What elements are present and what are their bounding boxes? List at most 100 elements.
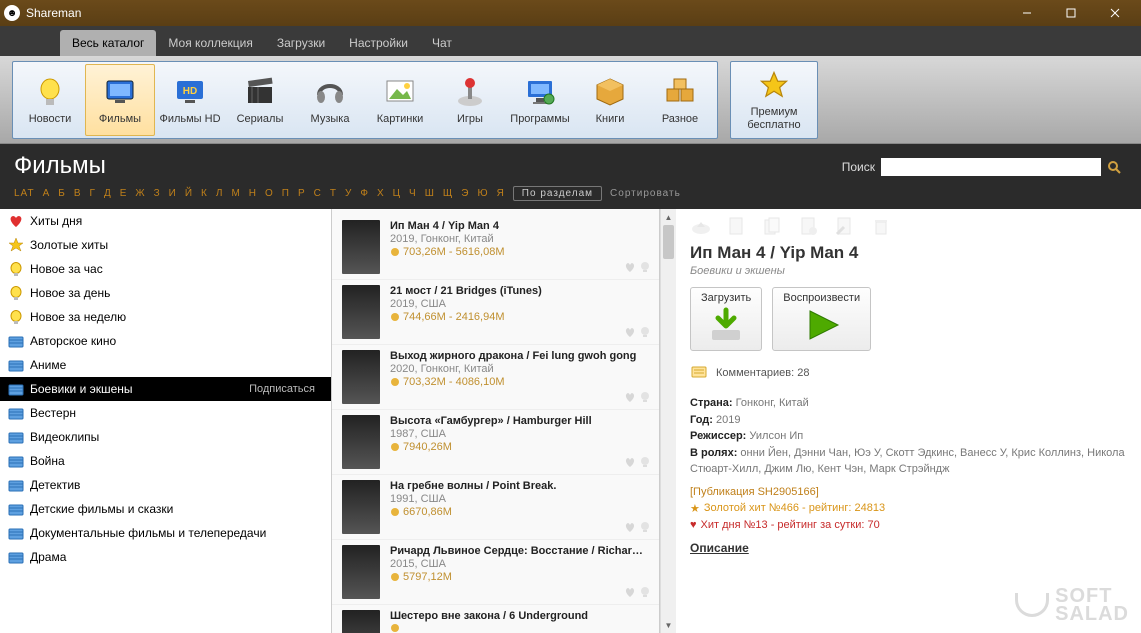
heart-icon[interactable] [624, 521, 636, 533]
film-row[interactable]: Высота «Гамбургер» / Hamburger Hill 1987… [332, 410, 659, 475]
alpha-letter[interactable]: Д [104, 188, 112, 199]
main-tab-3[interactable]: Настройки [337, 30, 420, 56]
play-button[interactable]: Воспроизвести [772, 287, 871, 351]
toolbar-btn-tv[interactable]: Фильмы [85, 64, 155, 136]
scroll-up-icon[interactable]: ▲ [661, 209, 676, 225]
alpha-letter[interactable]: Ш [425, 188, 435, 199]
alpha-letter[interactable]: Ю [477, 188, 488, 199]
bulb-icon[interactable] [639, 456, 651, 468]
alpha-letter[interactable]: И [169, 188, 177, 199]
film-row[interactable]: Выход жирного дракона / Fei lung gwoh go… [332, 345, 659, 410]
scroll-thumb[interactable] [663, 225, 674, 259]
alpha-letter[interactable]: Л [216, 188, 224, 199]
sidebar-item[interactable]: Новое за час [0, 257, 331, 281]
alpha-letter[interactable]: О [265, 188, 274, 199]
main-tab-0[interactable]: Весь каталог [60, 30, 156, 56]
main-tab-2[interactable]: Загрузки [265, 30, 337, 56]
toolbar-btn-joystick[interactable]: Игры [435, 64, 505, 136]
alpha-letter[interactable]: Ф [360, 188, 369, 199]
sidebar-item[interactable]: Драма [0, 545, 331, 569]
film-row[interactable]: Ип Ман 4 / Yip Man 4 2019, Гонконг, Кита… [332, 215, 659, 280]
alpha-letter[interactable]: П [282, 188, 290, 199]
premium-button[interactable]: Премиум бесплатно [733, 64, 815, 136]
sidebar-item[interactable]: Аниме [0, 353, 331, 377]
alpha-letter[interactable]: Я [497, 188, 505, 199]
sidebar-item[interactable]: Война [0, 449, 331, 473]
bulb-icon[interactable] [639, 326, 651, 338]
alpha-letter[interactable]: Й [185, 188, 193, 199]
main-tab-1[interactable]: Моя коллекция [156, 30, 264, 56]
alpha-letter[interactable]: Ц [393, 188, 401, 199]
heart-icon[interactable] [624, 586, 636, 598]
alpha-letter[interactable]: Н [249, 188, 257, 199]
cloud-up-icon[interactable] [690, 215, 712, 237]
heart-icon[interactable] [624, 391, 636, 403]
film-row[interactable]: Ричард Львиное Сердце: Восстание / Richa… [332, 540, 659, 605]
alpha-letter[interactable]: С [314, 188, 322, 199]
film-list-scrollbar[interactable]: ▲ ▼ [660, 209, 676, 633]
alpha-letter[interactable]: В [74, 188, 82, 199]
alpha-letter[interactable]: Ж [135, 188, 145, 199]
film-row[interactable]: Шестеро вне закона / 6 Underground [332, 605, 659, 633]
heart-icon[interactable] [624, 326, 636, 338]
toolbar-btn-monitor[interactable]: Программы [505, 64, 575, 136]
alpha-letter[interactable]: Э [461, 188, 469, 199]
alpha-letter[interactable]: Х [377, 188, 385, 199]
film-row[interactable]: На гребне волны / Point Break. 1991, США… [332, 475, 659, 540]
sidebar-item[interactable]: Документальные фильмы и телепередачи [0, 521, 331, 545]
toolbar-btn-clapper[interactable]: Сериалы [225, 64, 295, 136]
by-sections-button[interactable]: По разделам [513, 186, 602, 201]
sidebar-item[interactable]: Детские фильмы и сказки [0, 497, 331, 521]
bulb-icon[interactable] [639, 261, 651, 273]
subscribe-link[interactable]: Подписаться [249, 383, 323, 395]
sidebar-item[interactable]: Новое за неделю [0, 305, 331, 329]
sidebar-item[interactable]: Вестерн [0, 401, 331, 425]
bulb-icon[interactable] [639, 391, 651, 403]
toolbar-btn-picture[interactable]: Картинки [365, 64, 435, 136]
scroll-down-icon[interactable]: ▼ [661, 617, 676, 633]
sidebar-item[interactable]: Детектив [0, 473, 331, 497]
alpha-letter[interactable]: Е [120, 188, 128, 199]
bulb-icon[interactable] [639, 521, 651, 533]
alpha-letter[interactable]: Т [330, 188, 337, 199]
toolbar-btn-hd[interactable]: HDФильмы HD [155, 64, 225, 136]
alpha-letter[interactable]: К [201, 188, 208, 199]
sidebar-item[interactable]: Золотые хиты [0, 233, 331, 257]
toolbar-btn-box[interactable]: Книги [575, 64, 645, 136]
alpha-letter[interactable]: Щ [443, 188, 453, 199]
alpha-letter[interactable]: Г [90, 188, 96, 199]
sidebar-item[interactable]: Видеоклипы [0, 425, 331, 449]
comments-row[interactable]: Комментариев: 28 [690, 365, 1127, 381]
sidebar-item[interactable]: Хиты дня [0, 209, 331, 233]
alpha-letter[interactable]: А [43, 188, 51, 199]
sidebar-item[interactable]: Авторское кино [0, 329, 331, 353]
alpha-letter[interactable]: LAT [14, 188, 35, 199]
doc-icon[interactable] [726, 215, 748, 237]
sidebar-item[interactable]: Боевики и экшеныПодписаться [0, 377, 331, 401]
search-input[interactable] [881, 158, 1101, 176]
toolbar-btn-bulb[interactable]: Новости [15, 64, 85, 136]
doc-gear-icon[interactable] [798, 215, 820, 237]
sort-button[interactable]: Сортировать [610, 188, 681, 199]
film-row[interactable]: 21 мост / 21 Bridges (iTunes) 2019, США … [332, 280, 659, 345]
bulb-icon[interactable] [639, 586, 651, 598]
alpha-letter[interactable]: Р [298, 188, 306, 199]
publication-link[interactable]: [Публикация SH2905166] [690, 486, 1127, 498]
trash-icon[interactable] [870, 215, 892, 237]
toolbar-btn-headphones[interactable]: Музыка [295, 64, 365, 136]
edit-icon[interactable] [834, 215, 856, 237]
download-button[interactable]: Загрузить [690, 287, 762, 351]
alpha-letter[interactable]: Ч [409, 188, 417, 199]
minimize-button[interactable] [1005, 0, 1049, 26]
alpha-letter[interactable]: З [154, 188, 161, 199]
alpha-letter[interactable]: Б [58, 188, 66, 199]
alpha-letter[interactable]: У [345, 188, 352, 199]
search-icon[interactable] [1107, 160, 1121, 174]
alpha-letter[interactable]: М [231, 188, 240, 199]
close-button[interactable] [1093, 0, 1137, 26]
toolbar-btn-boxes[interactable]: Разное [645, 64, 715, 136]
doc2-icon[interactable] [762, 215, 784, 237]
heart-icon[interactable] [624, 261, 636, 273]
sidebar-item[interactable]: Новое за день [0, 281, 331, 305]
heart-icon[interactable] [624, 456, 636, 468]
